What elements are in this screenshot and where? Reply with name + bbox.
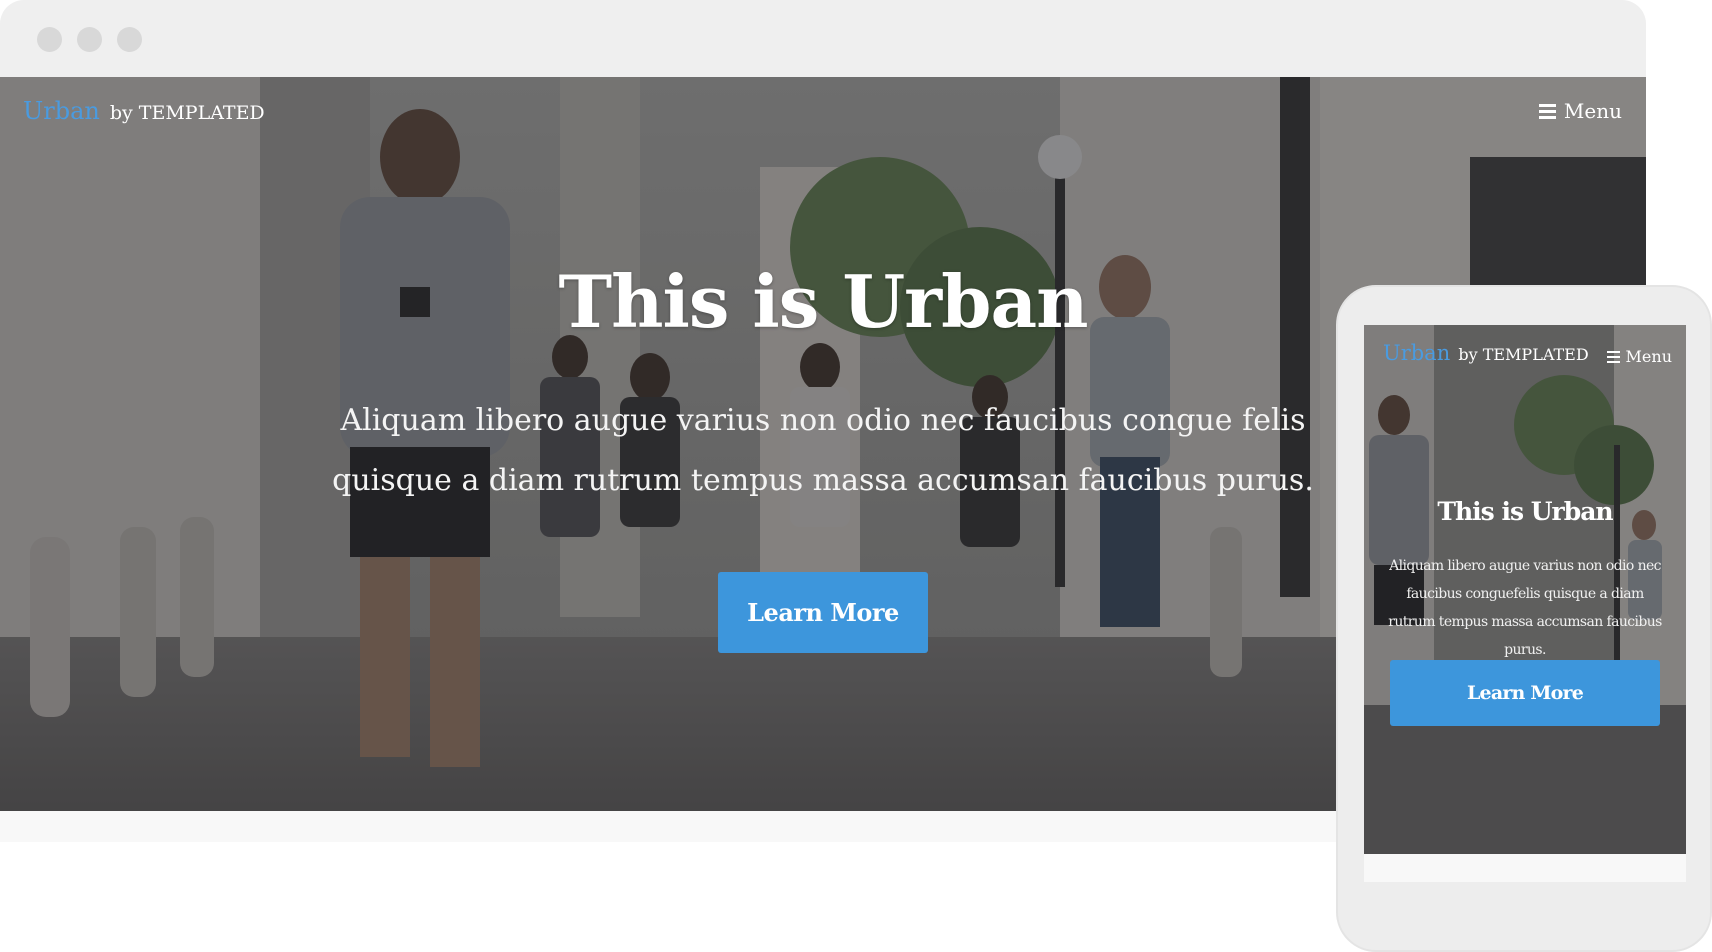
showcase: Urban by TEMPLATED Menu This is Urban Al… [0, 0, 1712, 952]
mobile-logo-name: Urban [1383, 341, 1451, 365]
mobile-footer-strip [1364, 854, 1686, 882]
mobile-phone-frame: Urban by TEMPLATED Menu This is Urban Al… [1336, 285, 1712, 952]
browser-title-bar [0, 0, 1646, 77]
hero-text: Aliquam libero augue varius non odio nec… [332, 403, 1314, 498]
mobile-menu-button[interactable]: Menu [1606, 347, 1672, 366]
mobile-site-logo[interactable]: Urban by TEMPLATED [1383, 341, 1589, 365]
window-dot-icon[interactable] [117, 27, 142, 52]
learn-more-button[interactable]: Learn More [718, 572, 928, 653]
hamburger-icon [1606, 350, 1620, 363]
mobile-hero-title: This is Urban [1437, 497, 1613, 526]
mobile-viewport: Urban by TEMPLATED Menu This is Urban Al… [1364, 325, 1686, 854]
mobile-learn-more-button[interactable]: Learn More [1390, 660, 1660, 726]
mobile-menu-label: Menu [1625, 347, 1672, 366]
window-dot-icon[interactable] [37, 27, 62, 52]
mobile-hero-text: Aliquam libero augue varius non odio nec… [1388, 558, 1662, 658]
mobile-logo-suffix: by TEMPLATED [1458, 345, 1589, 364]
window-dot-icon[interactable] [77, 27, 102, 52]
